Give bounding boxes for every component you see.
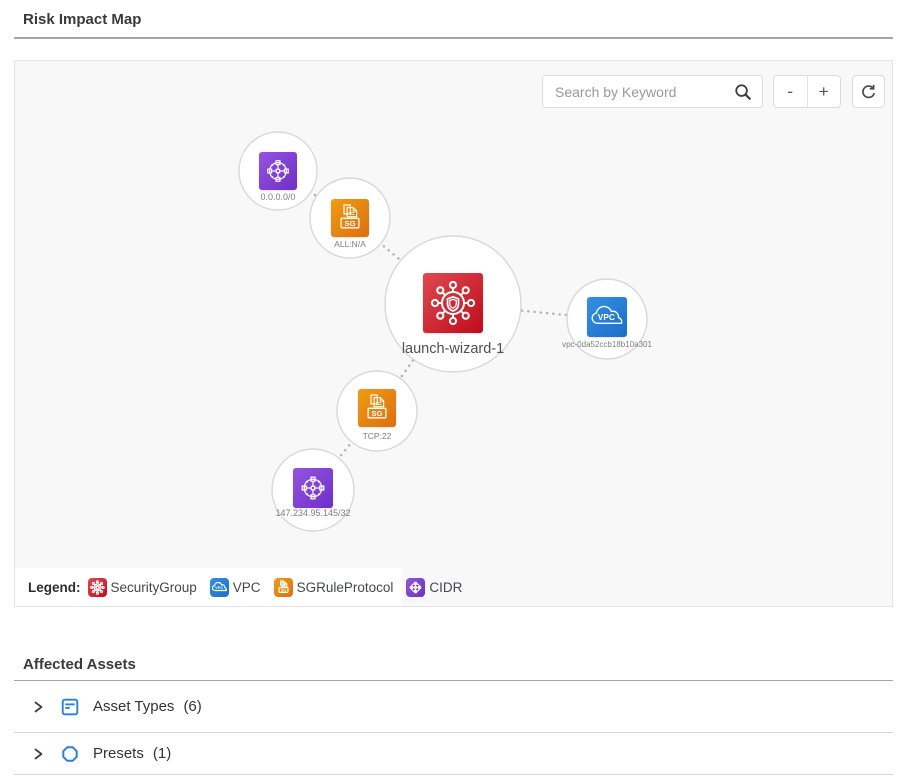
legend-item-label: VPC: [233, 580, 261, 595]
zoom-controls: - +: [773, 75, 841, 108]
graph-node-icon-cidr-any-cidr-icon[interactable]: [259, 152, 297, 190]
graph-node-label-cidr-any: 0.0.0.0/0: [260, 192, 295, 202]
sgruleprotocol-icon: SG: [274, 578, 293, 597]
impact-map-panel: 0.0.0.0/0 SG ALL:N/A launch-wizard-1 VPC vpc-…: [14, 60, 893, 607]
svg-text:SG: SG: [345, 219, 356, 228]
refresh-button[interactable]: [852, 75, 885, 108]
legend-item-label: SecurityGroup: [111, 580, 197, 595]
graph-node-icon-sg-rule-all-sgruleprotocol-icon[interactable]: SG: [331, 199, 369, 237]
graph-node-label-sg-rule-tcp22: TCP:22: [363, 431, 392, 441]
legend-item-sgruleprotocol: SG SGRuleProtocol: [274, 578, 394, 597]
chevron-right-icon[interactable]: [31, 747, 45, 761]
legend-item-vpc: VPC VPC: [210, 578, 261, 597]
vpc-icon: VPC: [210, 578, 229, 597]
legend-item-securitygroup: SecurityGroup: [88, 578, 197, 597]
search-icon[interactable]: [734, 83, 752, 101]
asset-row-label: Presets: [93, 745, 144, 762]
graph-node-icon-launch-wizard-1-securitygroup-icon[interactable]: [423, 273, 483, 333]
graph-node-label-sg-rule-all: ALL:N/A: [334, 239, 366, 249]
chevron-right-icon[interactable]: [31, 700, 45, 714]
risk-impact-page: Risk Impact Map 0.0.0.0/0 SG ALL:N/A launch…: [0, 0, 907, 784]
legend-item-label: SGRuleProtocol: [297, 580, 394, 595]
legend-bar: Legend: SecurityGroup VPC VPC SG SGRuleProto…: [15, 568, 402, 606]
cidr-icon: [406, 578, 425, 597]
zoom-in-button[interactable]: +: [808, 76, 841, 107]
impact-map-graph[interactable]: [15, 61, 892, 606]
legend-item-label: CIDR: [429, 580, 462, 595]
svg-text:VPC: VPC: [598, 312, 615, 322]
graph-node-label-cidr-host: 147.234.95.145/32: [275, 508, 350, 518]
asset-row-presets[interactable]: Presets (1): [14, 733, 893, 775]
zoom-out-button[interactable]: -: [774, 76, 807, 107]
asset-types-icon: [60, 697, 80, 717]
securitygroup-icon: [88, 578, 107, 597]
legend-label: Legend:: [28, 580, 81, 595]
page-title: Risk Impact Map: [23, 11, 141, 28]
graph-node-icon-vpc-vpc-icon[interactable]: VPC: [587, 297, 627, 337]
asset-row-label: Asset Types: [93, 698, 174, 715]
graph-node-icon-cidr-host-cidr-icon[interactable]: [293, 468, 333, 508]
search-input[interactable]: [543, 76, 762, 107]
graph-node-icon-sg-rule-tcp22-sgruleprotocol-icon[interactable]: SG: [358, 389, 396, 427]
graph-node-label-launch-wizard-1: launch-wizard-1: [402, 341, 504, 357]
asset-row-count: (1): [153, 745, 171, 762]
svg-text:SG: SG: [372, 409, 383, 418]
asset-row-count: (6): [183, 698, 201, 715]
title-divider: [14, 37, 893, 39]
refresh-icon: [853, 82, 884, 101]
graph-node-label-vpc: vpc-0da52ccb18b10a301: [562, 340, 652, 349]
search-box: [542, 75, 763, 108]
legend-item-cidr: CIDR: [406, 578, 462, 597]
svg-text:VPC: VPC: [215, 584, 223, 589]
asset-row-asset-types[interactable]: Asset Types (6): [14, 681, 893, 733]
legend-items: SecurityGroup VPC VPC SG SGRuleProtocol CIDR: [88, 578, 476, 597]
affected-assets-title: Affected Assets: [23, 656, 136, 673]
svg-text:SG: SG: [280, 588, 286, 592]
presets-icon: [60, 744, 80, 764]
affected-assets-list: Asset Types (6) Presets (1): [14, 681, 893, 775]
